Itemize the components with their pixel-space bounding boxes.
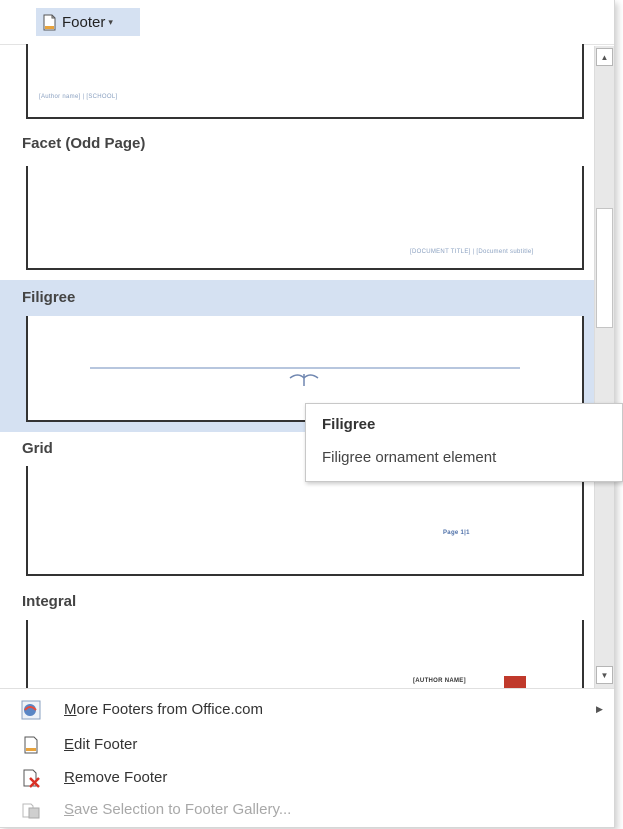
- filigree-ornament-icon: [90, 367, 520, 386]
- chevron-right-icon: ▶: [596, 703, 603, 714]
- edit-footer-menu-item[interactable]: Edit Footer: [0, 728, 614, 760]
- footer-menu: More Footers from Office.com ▶ Edit Foot…: [0, 688, 614, 827]
- gallery-scrollbar[interactable]: ▲ ▼: [594, 46, 614, 688]
- footer-toolbar: Footer ▾: [0, 0, 614, 45]
- chevron-down-icon: ▾: [108, 16, 113, 27]
- more-footers-menu-item[interactable]: More Footers from Office.com ▶: [0, 693, 614, 725]
- remove-footer-menu-item[interactable]: Remove Footer: [0, 761, 614, 793]
- save-to-gallery-icon: [22, 803, 40, 819]
- menu-accel-letter: R: [64, 768, 75, 786]
- page-icon: [43, 14, 56, 30]
- section-title-filigree: Filigree: [0, 280, 594, 314]
- preview-text: [Author name] | [SCHOOL]: [39, 94, 118, 100]
- menu-accel-letter: S: [64, 800, 75, 818]
- preview-text: [AUTHOR NAME]: [413, 678, 466, 684]
- gallery-item-facet-preview[interactable]: [DOCUMENT TITLE] | [Document subtitle]: [26, 166, 584, 270]
- menu-accel-letter: M: [64, 700, 77, 718]
- gallery-tooltip: Filigree Filigree ornament element: [305, 403, 623, 482]
- integral-page-number-box: [504, 676, 526, 688]
- scrollbar-thumb[interactable]: [596, 208, 613, 328]
- office-online-icon: [21, 700, 41, 720]
- section-title-integral: Integral: [22, 592, 77, 610]
- gallery-item-austin-preview[interactable]: [Author name] | [SCHOOL]: [26, 44, 584, 119]
- footer-gallery[interactable]: [Author name] | [SCHOOL] Facet (Odd Page…: [0, 44, 594, 688]
- menu-label: emove Footer: [74, 768, 168, 786]
- edit-footer-icon: [24, 736, 38, 754]
- gallery-item-integral-preview[interactable]: [AUTHOR NAME]: [26, 620, 584, 688]
- menu-accel-letter: E: [64, 735, 75, 753]
- scroll-up-button[interactable]: ▲: [596, 48, 613, 66]
- tooltip-description: Filigree ornament element: [322, 449, 497, 466]
- scroll-down-button[interactable]: ▼: [596, 666, 613, 684]
- section-title-facet: Facet (Odd Page): [22, 134, 146, 152]
- footer-dropdown-button[interactable]: Footer ▾: [36, 8, 140, 36]
- preview-text: [DOCUMENT TITLE] | [Document subtitle]: [410, 249, 534, 255]
- preview-text: Page 1|1: [443, 530, 470, 536]
- save-selection-menu-item[interactable]: Save Selection to Footer Gallery...: [0, 793, 614, 825]
- gallery-item-grid-preview[interactable]: Page 1|1: [26, 466, 584, 576]
- menu-label: dit Footer: [74, 735, 138, 753]
- menu-label: ave Selection to Footer Gallery...: [74, 800, 292, 818]
- remove-footer-icon: [23, 769, 40, 788]
- tooltip-title: Filigree: [322, 416, 376, 433]
- menu-label: ore Footers from Office.com: [76, 700, 263, 718]
- footer-button-label: Footer: [62, 13, 106, 31]
